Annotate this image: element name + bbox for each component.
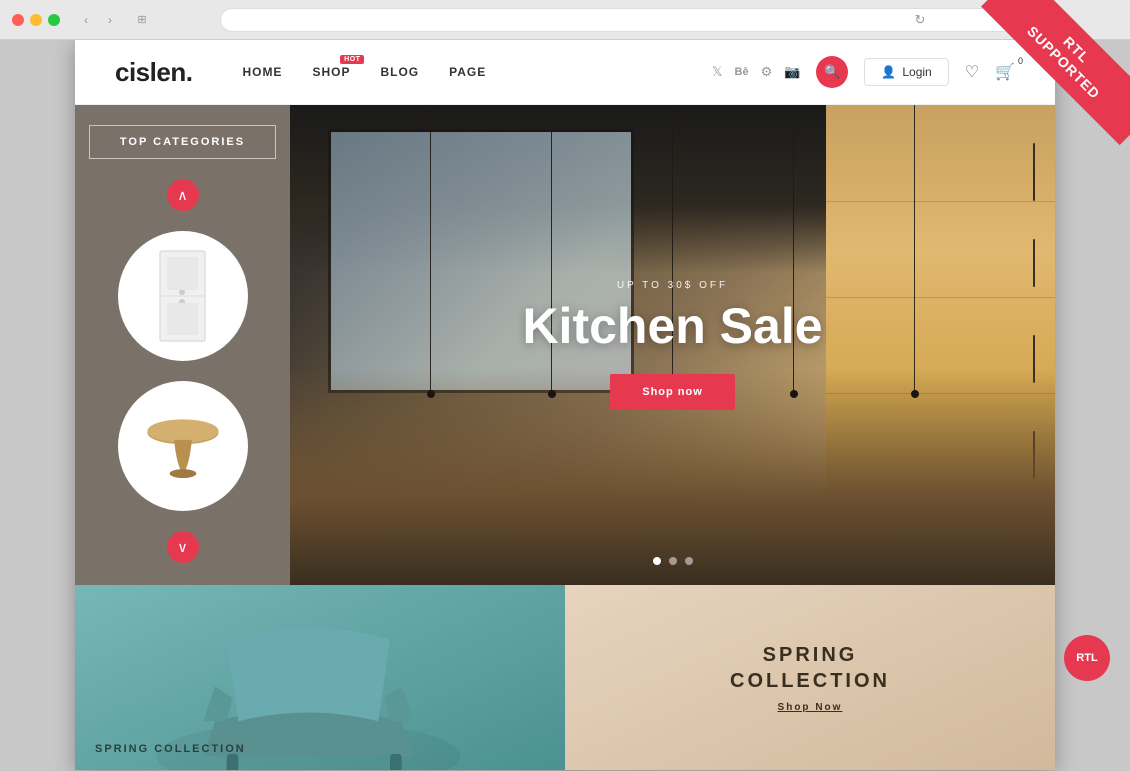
slider-dot-1[interactable] [653, 557, 661, 565]
hero-cta-button[interactable]: Shop now [610, 374, 735, 410]
browser-chrome: ‹ › ⊞ ↻ [0, 0, 1130, 40]
hot-badge: HOT [340, 55, 364, 64]
categories-title[interactable]: TOP CATEGORIES [89, 125, 276, 159]
social-icons: 𝕏 Bē ⚙ 📷 [712, 64, 800, 80]
slider-dot-3[interactable] [685, 557, 693, 565]
search-icon: 🔍 [824, 64, 840, 80]
close-button[interactable] [12, 14, 24, 26]
category-item-cabinet[interactable] [118, 231, 248, 361]
cabinet-svg [155, 249, 210, 344]
forward-button[interactable]: › [100, 10, 120, 30]
hero-subtitle: UP TO 30$ OFF [522, 280, 822, 291]
categories-up-button[interactable]: ∧ [167, 179, 199, 211]
banner-spring-right[interactable]: SPRINGCOLLECTION Shop Now [565, 585, 1055, 770]
twitter-icon[interactable]: 𝕏 [712, 64, 722, 80]
search-button[interactable]: 🔍 [816, 56, 848, 88]
pendant-5 [914, 105, 916, 393]
nav-buttons: ‹ › [76, 10, 120, 30]
banner-right-text: SPRINGCOLLECTION Shop Now [730, 642, 890, 713]
settings-icon[interactable]: ⚙ [761, 64, 773, 80]
browser-outer: ‹ › ⊞ ↻ RTLSUPPORTED cislen. HOME SHOP H… [0, 0, 1130, 771]
bottom-banners: SPRING COLLECTION SPRINGCOLLECTION [75, 585, 1055, 770]
nav-page[interactable]: PAGE [449, 65, 486, 79]
url-bar[interactable] [220, 8, 1058, 32]
minimize-button[interactable] [30, 14, 42, 26]
hero-text-overlay: UP TO 30$ OFF Kitchen Sale Shop now [522, 280, 822, 410]
back-button[interactable]: ‹ [76, 10, 96, 30]
traffic-lights [12, 14, 60, 26]
rtl-float-button[interactable]: RTL [1064, 635, 1110, 681]
panel-line-3 [826, 393, 1056, 394]
logo[interactable]: cislen. [115, 57, 192, 88]
header: cislen. HOME SHOP HOT BLOG PAGE 𝕏 Bē ⚙ 📷 [75, 40, 1055, 105]
handle-4 [1033, 431, 1035, 479]
main-content: TOP CATEGORIES ∧ [75, 105, 1055, 585]
rtl-ribbon-text: RTLSUPPORTED [981, 0, 1130, 145]
spring-shop-now-link[interactable]: Shop Now [730, 702, 890, 713]
category-item-table[interactable] [118, 381, 248, 511]
banner-left-title: SPRING COLLECTION [95, 743, 545, 755]
table-svg [143, 409, 223, 484]
spring-collection-title: SPRINGCOLLECTION [730, 642, 890, 694]
slider-dot-2[interactable] [669, 557, 677, 565]
website-window: RTLSUPPORTED cislen. HOME SHOP HOT BLOG … [75, 40, 1055, 770]
nav-home[interactable]: HOME [242, 65, 282, 79]
behance-icon[interactable]: Bē [735, 66, 749, 78]
instagram-icon[interactable]: 📷 [784, 64, 800, 80]
nav-shop[interactable]: SHOP HOT [312, 65, 350, 79]
hero-slider[interactable]: UP TO 30$ OFF Kitchen Sale Shop now [290, 105, 1055, 585]
maximize-button[interactable] [48, 14, 60, 26]
rtl-corner-ribbon: RTLSUPPORTED [970, 0, 1130, 160]
panel-line-4 [826, 489, 1056, 490]
pendant-1 [430, 105, 432, 393]
banner-spring-left[interactable]: SPRING COLLECTION [75, 585, 565, 770]
nav-blog[interactable]: BLOG [380, 65, 419, 79]
table-product-image [143, 396, 223, 496]
cabinet-product-image [143, 246, 223, 346]
categories-down-button[interactable]: ∨ [167, 531, 199, 563]
view-button[interactable]: ⊞ [132, 10, 152, 30]
login-button[interactable]: 👤 Login [864, 58, 948, 86]
main-nav: HOME SHOP HOT BLOG PAGE [242, 65, 486, 79]
hero-title: Kitchen Sale [522, 299, 822, 354]
categories-sidebar: TOP CATEGORIES ∧ [75, 105, 290, 585]
slider-dots [653, 557, 693, 565]
banner-left-content: SPRING COLLECTION [75, 728, 565, 770]
user-icon: 👤 [881, 65, 896, 79]
refresh-button[interactable]: ↻ [910, 10, 930, 30]
